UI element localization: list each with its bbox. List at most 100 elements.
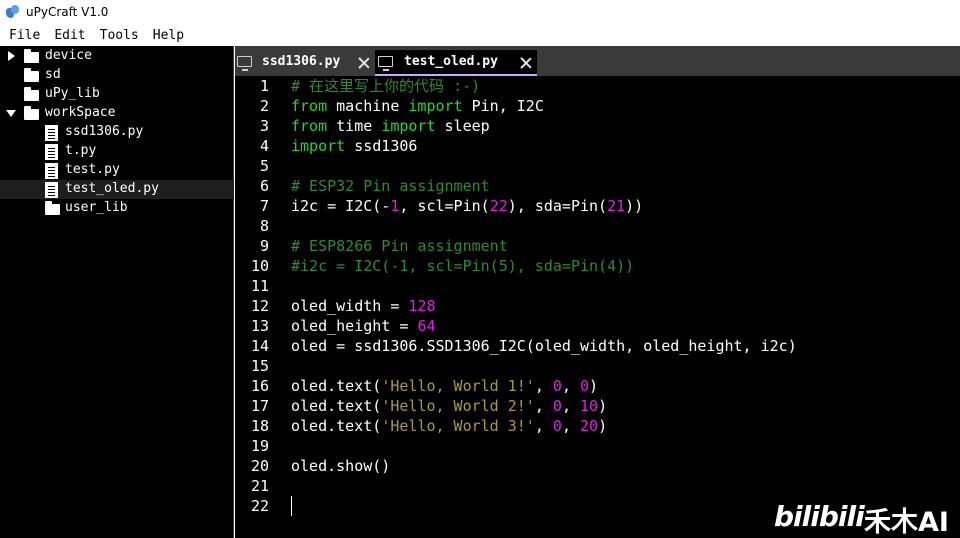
code-token: 21	[607, 197, 626, 215]
code-token: ,	[534, 397, 553, 415]
code-token: ))	[625, 197, 644, 215]
code-token: ), sda=Pin(	[507, 197, 608, 215]
tree-item-upy-lib[interactable]: uPy_lib	[0, 85, 234, 104]
code-line[interactable]: oled.text('Hello, World 2!', 0, 10)	[291, 396, 607, 416]
code-line[interactable]: # 在这里写上你的代码 :-)	[291, 76, 480, 96]
line-number: 3	[259, 117, 269, 135]
file-icon	[45, 144, 58, 160]
tree-item-label: sd	[45, 67, 61, 82]
code-token: ,	[561, 417, 580, 435]
line-number: 21	[250, 477, 269, 495]
code-token: oled_width =	[291, 297, 409, 315]
code-token: oled.show()	[291, 457, 391, 475]
code-token: #i2c = I2C(-1, scl=Pin(5), sda=Pin(4))	[291, 257, 635, 275]
file-tree: device sd uPy_lib workSpace ssd1306.py t…	[0, 46, 234, 538]
tree-item-sd[interactable]: sd	[0, 66, 234, 85]
tree-item-label: test.py	[65, 162, 120, 177]
code-line[interactable]: oled_width = 128	[291, 296, 436, 316]
code-token: oled.text(	[291, 377, 382, 395]
code-token: oled.text(	[291, 417, 382, 435]
tree-item-test-py[interactable]: test.py	[0, 161, 234, 180]
code-token: )	[589, 377, 599, 395]
code-token: machine	[327, 97, 409, 115]
code-token: ,	[561, 377, 580, 395]
menu-edit[interactable]: Edit	[47, 28, 92, 43]
code-token: 0	[552, 397, 562, 415]
monitor-icon	[378, 56, 393, 71]
code-token: import	[381, 117, 436, 135]
code-token: 64	[417, 317, 436, 335]
expand-arrow-icon[interactable]	[8, 51, 15, 61]
code-token: 0	[552, 377, 562, 395]
line-number: 6	[259, 177, 269, 195]
tree-item-user-lib[interactable]: user_lib	[0, 199, 234, 218]
menu-tools[interactable]: Tools	[93, 28, 146, 43]
tab-test-oled-py[interactable]: test_oled.py	[375, 50, 537, 76]
code-line[interactable]: oled_height = 64	[291, 316, 436, 336]
line-number: 12	[250, 297, 269, 315]
code-line[interactable]: # ESP32 Pin assignment	[291, 176, 490, 196]
watermark-text: 禾木AI	[864, 507, 949, 538]
code-line[interactable]: # ESP8266 Pin assignment	[291, 236, 508, 256]
code-token: 'Hello, World 3!'	[381, 417, 535, 435]
menu-file[interactable]: File	[2, 28, 47, 43]
line-number: 15	[250, 357, 269, 375]
bilibili-logo: bilibili	[774, 500, 865, 533]
code-token: ,	[534, 377, 553, 395]
code-line[interactable]: #i2c = I2C(-1, scl=Pin(5), sda=Pin(4))	[291, 256, 634, 276]
line-number: 10	[250, 257, 269, 275]
code-line[interactable]: from machine import Pin, I2C	[291, 96, 544, 116]
menu-bar: File Edit Tools Help	[0, 24, 960, 46]
tree-item-ssd1306-py[interactable]: ssd1306.py	[0, 123, 234, 142]
code-line[interactable]: oled.show()	[291, 456, 390, 476]
title-bar: uPyCraft V1.0	[0, 0, 960, 24]
line-number: 22	[250, 497, 269, 515]
line-number: 8	[259, 217, 269, 235]
line-number: 16	[250, 377, 269, 395]
tree-item-t-py[interactable]: t.py	[0, 142, 234, 161]
code-line[interactable]: oled.text('Hello, World 1!', 0, 0)	[291, 376, 598, 396]
bilibili-watermark: bilibili 禾木AI	[774, 496, 956, 538]
code-token: 'Hello, World 2!'	[381, 397, 535, 415]
code-line[interactable]: from time import sleep	[291, 116, 490, 136]
close-tab-icon[interactable]	[520, 57, 532, 69]
file-icon	[45, 163, 58, 179]
line-number: 14	[250, 337, 269, 355]
tree-item-label: uPy_lib	[45, 86, 100, 101]
tab-bar: ssd1306.py test_oled.py	[235, 46, 960, 76]
file-icon	[45, 125, 58, 141]
tree-item-label: device	[45, 48, 92, 63]
tree-item-test-oled-py[interactable]: test_oled.py	[0, 180, 234, 199]
tab-ssd1306-py[interactable]: ssd1306.py	[235, 50, 375, 76]
window-title: uPyCraft V1.0	[26, 5, 109, 19]
code-editor[interactable]: 1 2 3 4 5 6 7 8 9 10 11 12 13 14 15 16 17 18 19 20 21 22 # 在这…	[235, 76, 960, 538]
line-number: 13	[250, 317, 269, 335]
menu-help[interactable]: Help	[146, 28, 191, 43]
code-token: # 在这里写上你的代码 :-)	[291, 77, 481, 95]
folder-icon	[24, 87, 39, 101]
code-token: , scl=Pin(	[399, 197, 490, 215]
code-token: ssd1306	[345, 137, 418, 155]
code-token: oled.text(	[291, 397, 382, 415]
line-number: 19	[250, 437, 269, 455]
code-token: )	[598, 397, 608, 415]
code-token: import	[408, 97, 463, 115]
tab-label: ssd1306.py	[262, 54, 341, 69]
code-token: Pin, I2C	[462, 97, 544, 115]
collapse-arrow-icon[interactable]	[6, 110, 16, 117]
line-number: 7	[259, 197, 269, 215]
code-line[interactable]: import ssd1306	[291, 136, 417, 156]
code-token: i2c = I2C(-	[291, 197, 391, 215]
tree-item-device[interactable]: device	[0, 47, 234, 66]
folder-icon	[45, 201, 60, 215]
code-token: from	[291, 117, 328, 135]
tree-item-label: user_lib	[65, 200, 128, 215]
close-tab-icon[interactable]	[358, 57, 370, 69]
code-line[interactable]: i2c = I2C(-1, scl=Pin(22), sda=Pin(21))	[291, 196, 643, 216]
code-token: 0	[552, 417, 562, 435]
line-number-gutter: 1 2 3 4 5 6 7 8 9 10 11 12 13 14 15 16 17 18 19 20 21 22	[235, 76, 283, 538]
code-line[interactable]: oled = ssd1306.SSD1306_I2C(oled_width, o…	[291, 336, 797, 356]
tree-item-workspace[interactable]: workSpace	[0, 104, 234, 123]
code-line[interactable]: oled.text('Hello, World 3!', 0, 20)	[291, 416, 607, 436]
tree-item-label: t.py	[65, 143, 97, 158]
